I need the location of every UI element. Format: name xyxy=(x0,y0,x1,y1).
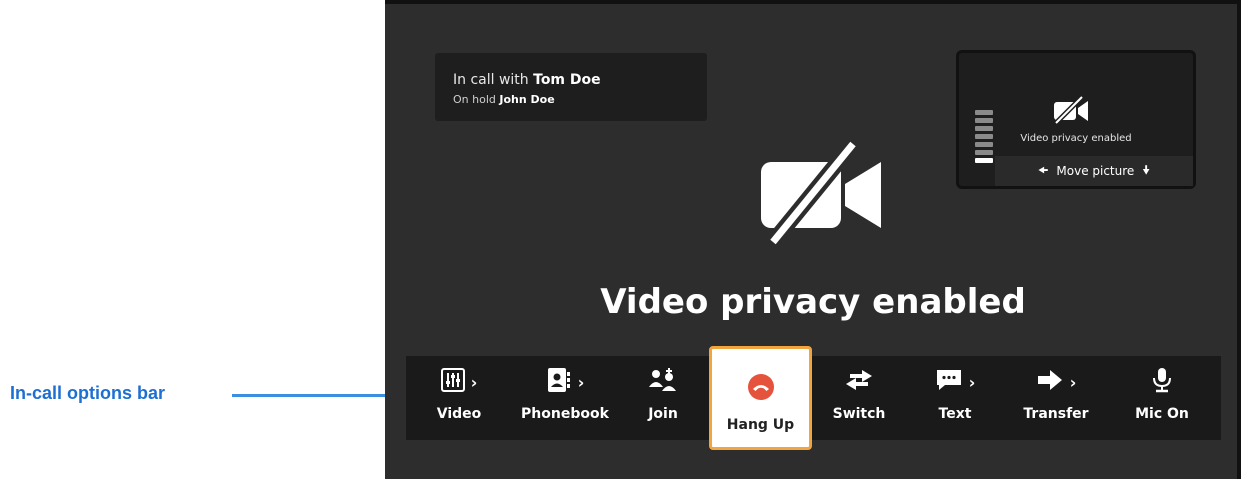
hang-up-label: Hang Up xyxy=(726,417,795,433)
in-call-prefix: In call with xyxy=(453,72,534,88)
level-bar xyxy=(975,158,993,163)
join-icon xyxy=(648,367,678,397)
in-call-line: In call with Tom Doe xyxy=(453,72,601,88)
text-option-label: Text xyxy=(938,406,972,422)
on-hold-prefix: On hold xyxy=(453,93,500,106)
level-bar xyxy=(975,118,993,123)
chevron-right-icon: › xyxy=(577,372,585,392)
phonebook-option-label: Phonebook xyxy=(521,406,609,422)
sliders-icon xyxy=(440,368,465,396)
text-icon xyxy=(935,368,963,396)
move-picture-control[interactable]: 🠜 Move picture 🠟 xyxy=(995,156,1193,186)
arrow-left-icon: 🠜 xyxy=(1037,162,1049,177)
move-picture-label: Move picture xyxy=(1056,164,1135,178)
transfer-icon xyxy=(1036,369,1064,395)
phonebook-option-button[interactable]: › Phonebook xyxy=(514,356,616,440)
annotation-arrow-line xyxy=(232,394,392,397)
switch-icon xyxy=(844,368,874,396)
chevron-right-icon: › xyxy=(470,372,478,392)
video-call-screen: In call with Tom Doe On hold John Doe Vi… xyxy=(385,0,1241,479)
on-hold-name: John Doe xyxy=(499,93,555,106)
hang-up-icon xyxy=(747,374,775,405)
level-bar xyxy=(975,150,993,155)
self-view-window[interactable]: Video privacy enabled 🠜 Move picture 🠟 xyxy=(956,50,1196,189)
level-bar xyxy=(975,126,993,131)
call-info-panel: In call with Tom Doe On hold John Doe xyxy=(435,53,707,121)
annotation-label: In-call options bar xyxy=(10,383,166,403)
on-hold-line: On hold John Doe xyxy=(453,93,555,106)
join-option-label: Join xyxy=(648,406,678,422)
screen-border-top xyxy=(385,0,1241,4)
chevron-right-icon: › xyxy=(968,372,976,392)
video-off-icon xyxy=(1052,95,1090,129)
in-call-name: Tom Doe xyxy=(533,72,601,88)
mic-option-button[interactable]: Mic On xyxy=(1122,356,1202,440)
transfer-option-label: Transfer xyxy=(1023,406,1089,422)
join-option-button[interactable]: Join xyxy=(626,356,700,440)
video-option-button[interactable]: › Video xyxy=(414,356,504,440)
transfer-option-button[interactable]: › Transfer xyxy=(1010,356,1102,440)
hang-up-button[interactable]: Hang Up xyxy=(709,346,812,450)
video-off-icon xyxy=(757,138,885,252)
video-privacy-status: Video privacy enabled xyxy=(600,282,1026,322)
self-view-status: Video privacy enabled xyxy=(1020,133,1132,144)
arrow-down-icon: 🠟 xyxy=(1142,162,1151,177)
level-bar xyxy=(975,110,993,115)
switch-option-label: Switch xyxy=(832,406,886,422)
screen-border-right xyxy=(1237,0,1241,479)
in-call-options-bar: › Video › Phonebook Join Switch › Text ›… xyxy=(406,356,1221,440)
chevron-right-icon: › xyxy=(1069,372,1077,392)
video-option-label: Video xyxy=(436,406,482,422)
switch-option-button[interactable]: Switch xyxy=(818,356,900,440)
phonebook-icon xyxy=(546,367,572,397)
mic-icon xyxy=(1151,367,1173,397)
text-option-button[interactable]: › Text xyxy=(914,356,996,440)
mic-option-label: Mic On xyxy=(1135,406,1189,422)
